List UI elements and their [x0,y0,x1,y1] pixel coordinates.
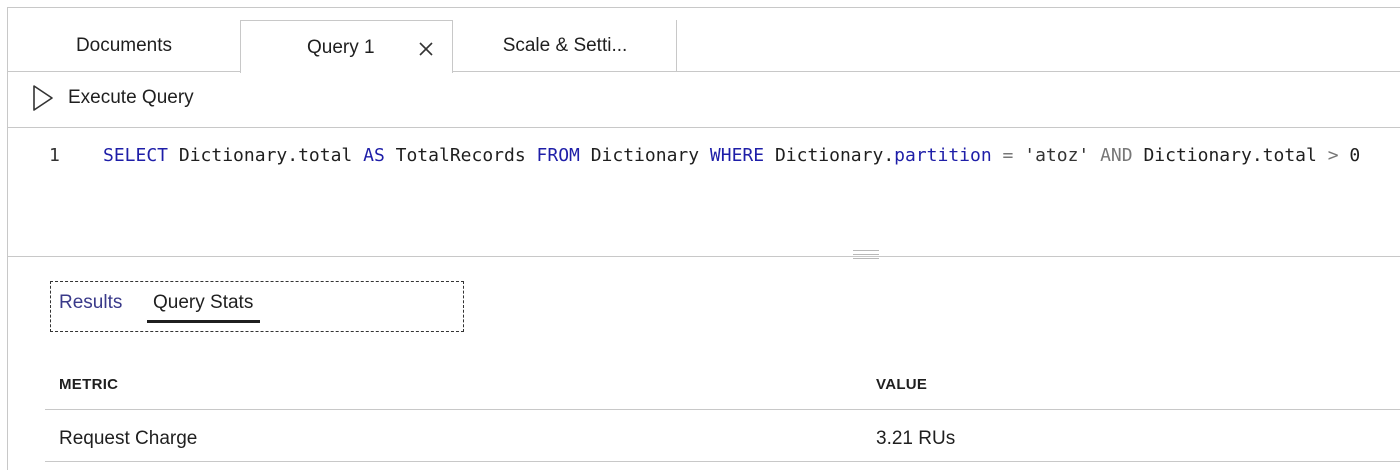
query-text[interactable]: SELECT Dictionary.total AS TotalRecords … [103,145,1360,166]
tab-scale-settings-label: Scale & Setti... [502,35,628,56]
table-cell-metric: Request Charge [59,428,198,449]
active-tab-indicator [147,320,260,323]
execute-query-label: Execute Query [68,87,194,108]
line-number: 1 [49,145,60,166]
results-tab-list: Results Query Stats [50,281,464,332]
column-header-metric: METRIC [59,376,119,393]
keyword-select: SELECT [103,145,169,166]
tab-query-1-label: Query 1 [307,37,375,58]
tab-results[interactable]: Results [59,292,122,314]
close-icon[interactable] [419,42,433,56]
tab-documents[interactable]: Documents [8,20,240,72]
operator-equals: = [1002,145,1014,166]
keyword-where: WHERE [709,145,765,166]
window-top-border [7,7,1400,8]
code-token: TotalRecords [384,145,537,166]
table-cell-value: 3.21 RUs [876,428,956,449]
keyword-partition: partition [894,145,992,166]
keyword-as: AS [363,145,385,166]
operator-greater-than: > [1327,145,1339,166]
operator-and: AND [1100,145,1133,166]
code-token: Dictionary [579,145,710,166]
tab-query-stats[interactable]: Query Stats [153,292,253,314]
splitter-grip-icon[interactable] [853,250,879,262]
tab-strip: Documents Query 1 Scale & Setti... [8,20,1400,73]
code-token: Dictionary. [764,145,895,166]
command-bar: Execute Query [8,72,1400,128]
code-token: Dictionary.total [1132,145,1328,166]
string-literal: 'atoz' [1013,145,1101,166]
query-editor[interactable]: 1 SELECT Dictionary.total AS TotalRecord… [8,128,1400,256]
tab-query-1[interactable]: Query 1 [240,20,453,73]
play-icon [33,85,53,111]
header-divider [45,409,1400,410]
code-token: 0 [1338,145,1361,166]
tab-documents-label: Documents [75,35,173,56]
row-divider [45,461,1400,462]
execute-query-button[interactable]: Execute Query [32,84,194,112]
code-token: Dictionary.total [168,145,364,166]
tab-scale-settings[interactable]: Scale & Setti... [454,20,677,72]
pane-splitter[interactable] [8,256,1400,257]
keyword-from: FROM [536,145,580,166]
column-header-value: VALUE [876,376,928,393]
